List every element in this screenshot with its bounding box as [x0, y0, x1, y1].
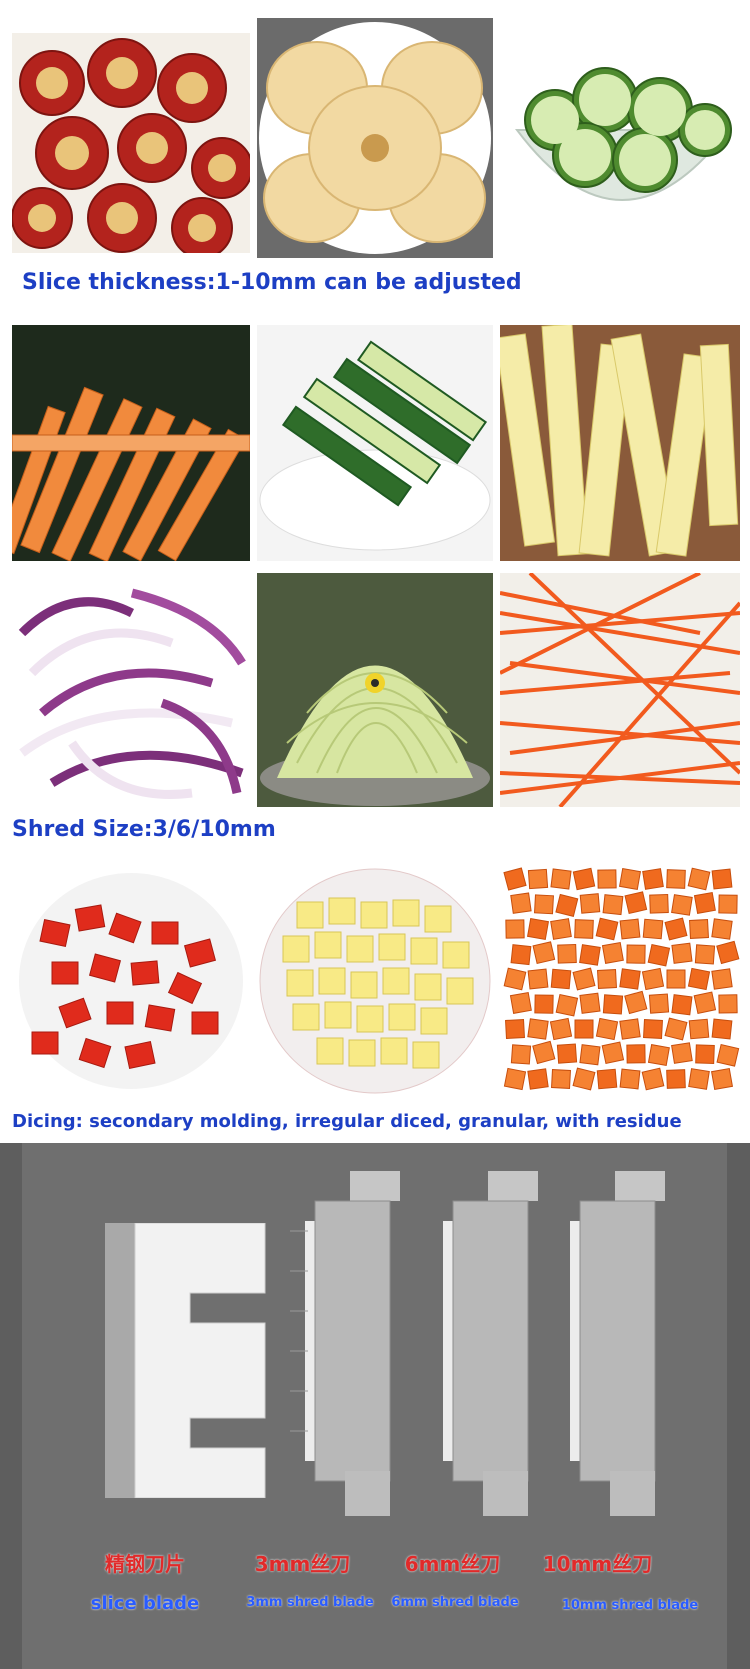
photo-dried-apple-slices	[257, 18, 493, 258]
caption-shred-size: Shred Size:3/6/10mm	[12, 817, 276, 842]
label-cn-6mm: 6mm丝刀	[404, 1552, 501, 1576]
photo-dried-hawthorn-slices	[12, 33, 250, 253]
label-en-10mm: 10mm shred blade	[561, 1598, 699, 1613]
label-en-6mm: 6mm shred blade	[391, 1595, 519, 1610]
shred-blade-6mm-image	[443, 1171, 538, 1516]
caption-dicing: Dicing: secondary molding, irregular dic…	[12, 1111, 682, 1132]
label-cn-10mm: 10mm丝刀	[542, 1552, 653, 1576]
photo-cucumber-sticks	[257, 325, 493, 561]
label-en-3mm: 3mm shred blade	[246, 1595, 374, 1610]
blades-panel: 精钢刀片 3mm丝刀 6mm丝刀 10mm丝刀 slice blade 3mm …	[0, 1143, 750, 1669]
photo-red-onion-slices	[12, 573, 250, 807]
shred-blade-10mm-image	[570, 1171, 665, 1516]
photo-diced-potato	[257, 862, 493, 1100]
photo-shredded-carrot	[500, 573, 740, 807]
photo-diced-carrot	[500, 862, 740, 1100]
label-cn-3mm: 3mm丝刀	[254, 1552, 351, 1576]
label-cn-slice-blade: 精钢刀片	[105, 1552, 185, 1576]
shred-blade-3mm-image	[290, 1171, 400, 1516]
photo-potato-sticks	[500, 325, 740, 561]
caption-slice-thickness: Slice thickness:1-10mm can be adjusted	[22, 270, 522, 295]
photo-shredded-potato-mound	[257, 573, 493, 807]
label-en-slice-blade: slice blade	[90, 1593, 200, 1614]
photo-cucumber-slices-bowl	[505, 40, 740, 240]
slice-blade-image	[105, 1223, 266, 1498]
photo-sweet-potato-sticks	[12, 325, 250, 561]
photo-diced-tomato	[12, 862, 250, 1100]
